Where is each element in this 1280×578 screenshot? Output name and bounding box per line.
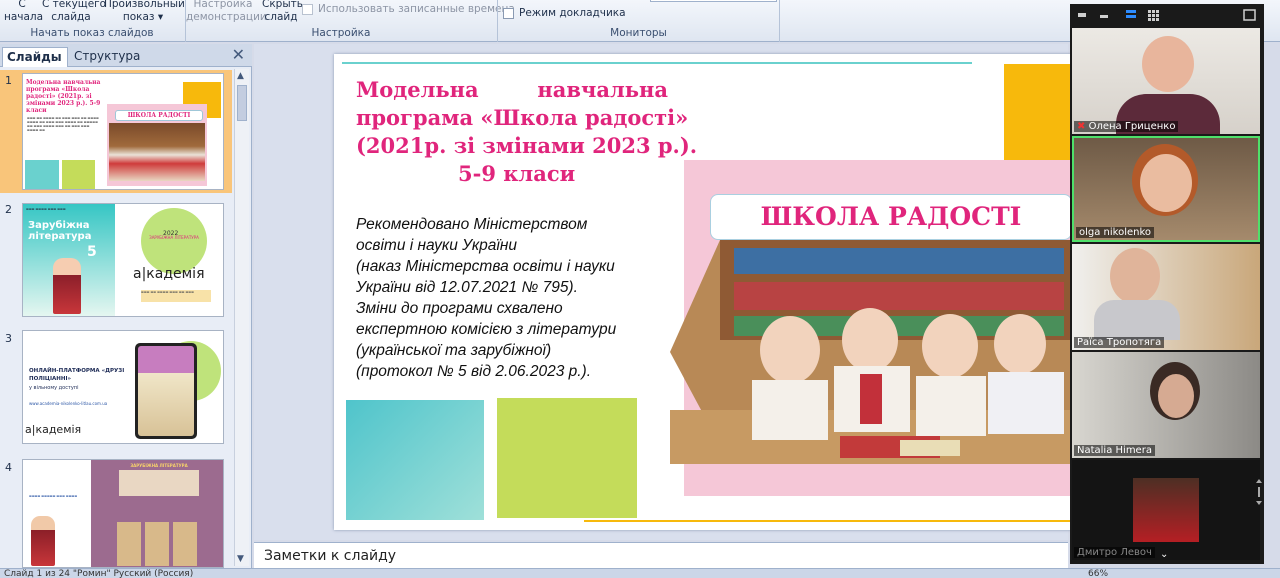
participant-face — [1140, 154, 1192, 212]
participant-body — [1094, 300, 1180, 340]
brand-logo: а|кадемія — [133, 266, 205, 282]
thumb4-link: ▬▬▬▬ ▬▬▬▬▬ ▬▬▬ ▬▬▬▬ — [29, 494, 78, 498]
use-timings-checkbox[interactable]: Использовать записанные времена — [302, 3, 515, 16]
exit-fullscreen-icon[interactable] — [1243, 9, 1256, 21]
slide-number: 3 — [5, 332, 12, 345]
cover-figure — [53, 258, 81, 314]
cover-circle: ЗАРУБІЖНА ЛІТЕРАТУРА — [141, 208, 207, 274]
slides-panel: Слайды Структура ✕ 1 Модельна навчальна … — [0, 44, 252, 568]
panel-scrollbar[interactable]: ▲ ▼ — [234, 69, 249, 566]
cover-year: 2022 — [163, 230, 179, 237]
video-toolbar — [1070, 4, 1264, 26]
teal-square — [25, 160, 59, 189]
thumb-body: ▬▬▬ ▬▬ ▬▬▬▬ ▬▬ ▬▬▬ ▬▬▬ ▬▬ ▬▬▬▬ ▬▬▬▬ ▬▬ ▬… — [27, 116, 99, 132]
yellow-square — [1004, 64, 1072, 160]
cover-note: ▬▬▬ ▬▬ ▬▬▬▬ ▬▬▬ ▬▬ ▬▬▬ — [141, 290, 211, 302]
slide-notes[interactable]: Заметки к слайду — [254, 542, 1068, 568]
phone-mockup — [135, 343, 197, 439]
mic-muted-icon: ✖ — [1077, 121, 1086, 132]
top-rule — [342, 62, 972, 64]
brand-logo: а|кадемія — [25, 423, 82, 436]
custom-show-button[interactable]: Произвольный показ ▾ — [104, 0, 185, 24]
thumb-badge: ШКОЛА РАДОСТІ — [115, 110, 203, 121]
slide-number: 2 — [5, 203, 12, 216]
slide-thumbnail-4[interactable]: 4 ▬▬▬▬ ▬▬▬▬▬ ▬▬▬ ▬▬▬▬ ЗАРУБІЖНА ЛІТЕРАТУ… — [0, 457, 232, 568]
participant-name: olga nikolenko — [1076, 227, 1155, 238]
video-call-panel: ✖ Олена Гриценко olga nikolenko Раїса Тр… — [1070, 4, 1264, 564]
phone-screen — [138, 346, 194, 436]
participant-video[interactable]: Дмитро Левоч ⌄ — [1072, 460, 1260, 560]
thumb3-link[interactable]: www.academia-nikolenko-litlau.com.ua — [29, 401, 107, 406]
participant-name: Дмитро Левоч — [1074, 547, 1155, 558]
slide-thumbnail-1[interactable]: 1 Модельна навчальна програма «Школа рад… — [0, 70, 232, 193]
participant-video[interactable]: Natalia Himera — [1072, 352, 1260, 458]
group-label-start: Начать показ слайдов — [30, 27, 154, 39]
thumb4-heading: ЗАРУБІЖНА ЛІТЕРАТУРА — [130, 463, 188, 468]
presenter-view-checkbox[interactable]: Режим докладчика — [503, 7, 626, 20]
participant-name: Natalia Himera — [1074, 445, 1155, 456]
thumb-photo — [109, 123, 205, 181]
scroll-thumb[interactable] — [237, 85, 247, 121]
participant-name: Раїса Тропотяга — [1074, 337, 1165, 348]
dropdown-arrow-icon: ▾ — [157, 11, 164, 23]
slide-number: 1 — [5, 74, 12, 87]
monitor-select[interactable] — [650, 0, 777, 2]
thumb3-title: ОНЛАЙН-ПЛАТФОРМА «ДРУЗІ ПОЛІЦІАННІ» — [29, 368, 125, 382]
group-label-setup: Настройка — [311, 27, 371, 39]
thumb4-photo — [119, 470, 199, 496]
strip-view-icon[interactable] — [1126, 10, 1136, 13]
participant-avatar — [1133, 478, 1199, 542]
group-divider — [779, 0, 780, 42]
cover-authors: ▬▬▬ ▬▬▬▬ ▬▬▬ ▬▬▬ — [26, 207, 66, 211]
participant-video[interactable]: ✖ Олена Гриценко — [1072, 28, 1260, 134]
minimize-icon[interactable] — [1100, 15, 1108, 18]
slide-thumbnail-2[interactable]: 2 ▬▬▬ ▬▬▬▬ ▬▬▬ ▬▬▬ Зарубіжна література … — [0, 199, 232, 322]
lime-square — [497, 398, 637, 518]
thumb4-grid — [117, 522, 201, 566]
participant-video-active[interactable]: olga nikolenko — [1072, 136, 1260, 242]
speaker-view-icon[interactable] — [1078, 13, 1086, 17]
slide-banner: ШКОЛА РАДОСТІ — [710, 194, 1072, 240]
thumb-title: Модельна навчальна програма «Школа радос… — [26, 79, 101, 114]
status-text: Слайд 1 из 24 "Ромин" Русский (Россия) — [4, 569, 194, 578]
group-label-monitors: Мониторы — [610, 27, 667, 39]
slide-canvas[interactable]: Модельна навчальна програма «Школа радос… — [334, 54, 1072, 530]
slide-thumbnail-3[interactable]: 3 ОНЛАЙН-ПЛАТФОРМА «ДРУЗІ ПОЛІЦІАННІ» у … — [0, 328, 232, 451]
participant-name: ✖ Олена Гриценко — [1074, 121, 1179, 132]
scroll-up-icon[interactable]: ▲ — [237, 71, 244, 81]
status-bar: Слайд 1 из 24 "Ромин" Русский (Россия) 6… — [0, 568, 1280, 578]
lime-square — [62, 160, 95, 189]
close-icon[interactable]: ✕ — [232, 45, 245, 64]
gallery-view-icon[interactable] — [1148, 10, 1159, 21]
chevron-down-icon[interactable]: ⌄ — [1160, 549, 1168, 560]
bottom-rule — [584, 520, 1072, 522]
zoom-level[interactable]: 66% — [1088, 569, 1108, 578]
participant-face — [1142, 36, 1194, 92]
thumb3-sub: у вільному доступі — [29, 385, 79, 391]
slide-number: 4 — [5, 461, 12, 474]
video-scrollbar[interactable] — [1256, 479, 1262, 507]
participant-video[interactable]: Раїса Тропотяга — [1072, 244, 1260, 350]
tab-slides[interactable]: Слайды — [2, 47, 68, 67]
teal-square — [346, 400, 484, 520]
slide-title: Модельна навчальна програма «Школа радос… — [356, 77, 698, 186]
hide-slide-button[interactable]: Скрыть слайд — [262, 0, 303, 24]
from-current-slide-button[interactable]: С текущего слайда — [42, 0, 106, 24]
cover-title: Зарубіжна література — [28, 220, 92, 242]
setup-show-button[interactable]: Настройка демонстрации — [186, 0, 267, 24]
from-beginning-button[interactable]: Сначала — [4, 0, 43, 24]
scroll-down-icon[interactable]: ▼ — [237, 554, 244, 564]
cover-grade: 5 — [87, 244, 97, 260]
classroom-photo — [670, 240, 1072, 464]
thumb4-figure — [31, 516, 55, 566]
slide-editor: Модельна навчальна програма «Школа радос… — [254, 44, 1072, 540]
slide-body: Рекомендовано Міністерством освіти і наук… — [356, 216, 617, 380]
panel-tabs: Слайды Структура ✕ — [0, 44, 252, 67]
tab-outline[interactable]: Структура — [70, 47, 144, 67]
participant-face — [1158, 374, 1194, 418]
participant-face — [1110, 248, 1160, 304]
